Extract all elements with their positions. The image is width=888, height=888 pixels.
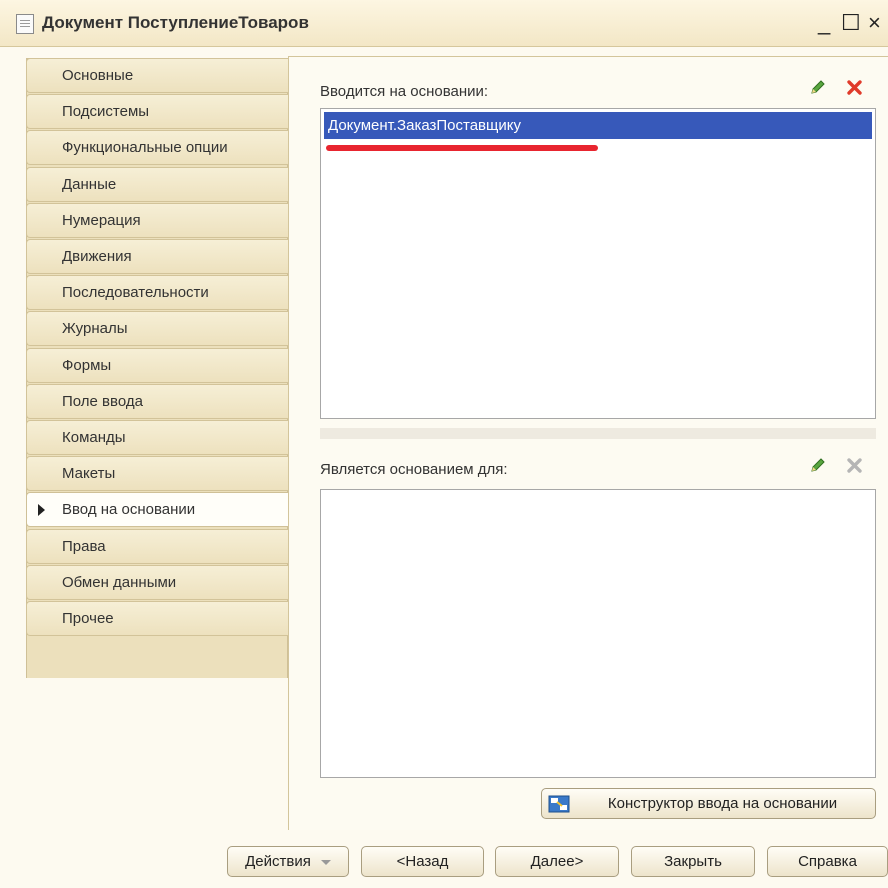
sidebar-item-label: Нумерация — [62, 211, 141, 229]
sidebar-item[interactable]: Права — [26, 528, 288, 564]
basis-for-list[interactable] — [320, 489, 876, 778]
sidebar-item[interactable]: Основные — [26, 58, 288, 93]
constructor-wizard-icon — [548, 795, 570, 813]
sidebar-item-label: Поле ввода — [62, 392, 143, 410]
sidebar-item[interactable]: Функциональные опции — [26, 130, 288, 166]
next-button[interactable]: Далее> — [495, 846, 619, 877]
sidebar-item-label: Обмен данными — [62, 573, 177, 591]
chevron-down-icon — [320, 859, 331, 865]
actions-label: Действия — [245, 853, 311, 870]
sidebar-item-label: Права — [62, 537, 106, 555]
delete-x-icon[interactable] — [846, 79, 863, 96]
sidebar-item[interactable]: Последовательности — [26, 275, 288, 311]
pencil-icon[interactable] — [809, 457, 826, 474]
window-titlebar: Документ ПоступлениеТоваров _ ☐ × — [0, 0, 888, 47]
sidebar-item-label: Функциональные опции — [62, 139, 228, 157]
sidebar-item[interactable]: Нумерация — [26, 202, 288, 238]
pencil-icon[interactable] — [809, 79, 826, 96]
list-item[interactable]: Документ.ЗаказПоставщику — [324, 112, 872, 139]
sidebar-item-label: Движения — [62, 248, 132, 265]
sidebar-item[interactable]: Команды — [26, 420, 288, 455]
minimize-button[interactable]: _ — [818, 10, 830, 36]
sidebar-item[interactable]: Журналы — [26, 311, 288, 347]
sidebar-item-label: Журналы — [62, 320, 128, 338]
sidebar-item-label: Подсистемы — [62, 103, 150, 121]
sidebar-item-label: Данные — [62, 175, 117, 193]
sidebar-item-label: Последовательности — [62, 284, 209, 302]
sidebar-item-label: Прочее — [62, 610, 114, 627]
annotation-underline — [326, 145, 598, 151]
sidebar-item[interactable]: Ввод на основании — [26, 492, 288, 528]
sidebar-item[interactable]: Прочее — [26, 601, 288, 636]
sidebar-item[interactable]: Формы — [26, 347, 288, 383]
splitter[interactable] — [320, 428, 876, 439]
sidebar-item[interactable]: Подсистемы — [26, 94, 288, 130]
back-button[interactable]: <Назад — [361, 846, 484, 877]
maximize-button[interactable]: ☐ — [841, 10, 861, 36]
window-title: Документ ПоступлениеТоваров — [42, 13, 309, 32]
constructor-button-label: Конструктор ввода на основании — [607, 795, 838, 812]
based-on-label: Вводится на основании: — [320, 83, 489, 100]
sidebar-item[interactable]: Поле ввода — [26, 383, 288, 419]
close-button[interactable]: Закрыть — [631, 846, 755, 877]
sidebar-item[interactable]: Движения — [26, 239, 288, 274]
basis-for-label: Является основанием для: — [320, 461, 508, 478]
sidebar-item-label: Ввод на основании — [62, 501, 196, 519]
sidebar-item[interactable]: Макеты — [26, 456, 288, 492]
actions-dropdown-button[interactable]: Действия — [227, 846, 349, 877]
help-button[interactable]: Справка — [767, 846, 888, 877]
constructor-button[interactable]: Конструктор ввода на основании — [541, 788, 876, 819]
active-tab-arrow-icon — [38, 504, 45, 517]
sidebar-item[interactable]: Обмен данными — [26, 564, 288, 600]
sidebar-item-label: Макеты — [62, 465, 116, 483]
sidebar-item-label: Формы — [62, 356, 112, 374]
delete-x-icon[interactable] — [846, 457, 863, 474]
based-on-list[interactable]: Документ.ЗаказПоставщику — [320, 108, 876, 419]
close-window-button[interactable]: × — [868, 10, 881, 36]
sidebar-item-label: Основные — [62, 67, 134, 84]
sidebar-item[interactable]: Данные — [26, 166, 288, 202]
sidebar-item-label: Команды — [62, 429, 126, 446]
document-icon — [16, 14, 34, 34]
